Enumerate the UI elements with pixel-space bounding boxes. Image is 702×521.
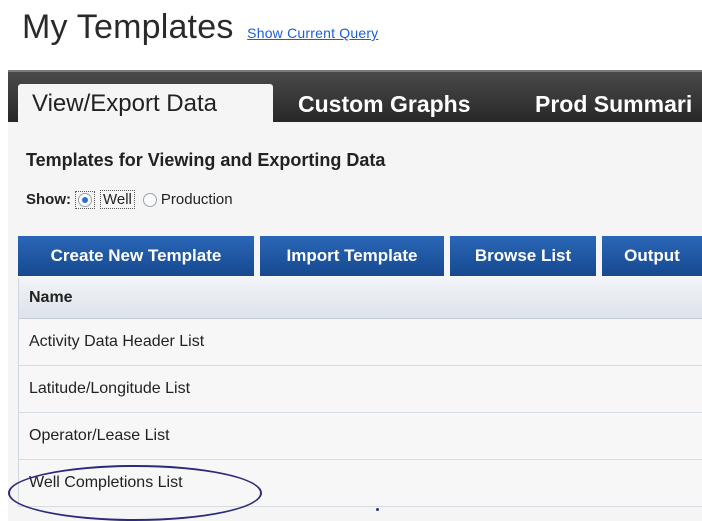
table-row[interactable]: Operator/Lease List	[19, 413, 702, 460]
table-row[interactable]: Well Completions List	[19, 460, 702, 507]
show-filter: Show: Well Production	[26, 190, 233, 209]
templates-table: Name Activity Data Header List Latitude/…	[18, 278, 702, 507]
templates-panel: Templates for Viewing and Exporting Data…	[8, 122, 702, 521]
browse-list-button[interactable]: Browse List	[450, 236, 596, 276]
radio-production[interactable]	[142, 192, 157, 207]
page-title-text: My Templates	[22, 8, 234, 46]
radio-well-focus[interactable]	[75, 190, 95, 209]
output-button[interactable]: Output	[602, 236, 702, 276]
show-label: Show:	[26, 191, 71, 208]
radio-production-label[interactable]: Production	[161, 191, 233, 208]
table-row[interactable]: Latitude/Longitude List	[19, 366, 702, 413]
show-current-query-link[interactable]: Show Current Query	[247, 25, 378, 41]
template-toolbar: Create New Template Import Template Brow…	[18, 236, 702, 276]
panel-heading: Templates for Viewing and Exporting Data	[26, 150, 386, 170]
table-row[interactable]: Activity Data Header List	[19, 319, 702, 366]
stray-dot	[376, 508, 379, 511]
tab-view-export-data[interactable]: View/Export Data	[18, 84, 273, 124]
column-header-name[interactable]: Name	[19, 278, 702, 319]
tab-custom-graphs[interactable]: Custom Graphs	[298, 84, 471, 124]
page-title: My Templates Show Current Query	[22, 8, 378, 47]
create-new-template-button[interactable]: Create New Template	[18, 236, 254, 276]
radio-well-label[interactable]: Well	[100, 190, 135, 209]
tab-prod-summaries[interactable]: Prod Summari	[535, 84, 692, 124]
import-template-button[interactable]: Import Template	[260, 236, 444, 276]
radio-well[interactable]	[78, 192, 92, 207]
tab-bar: View/Export Data Custom Graphs Prod Summ…	[8, 70, 702, 124]
